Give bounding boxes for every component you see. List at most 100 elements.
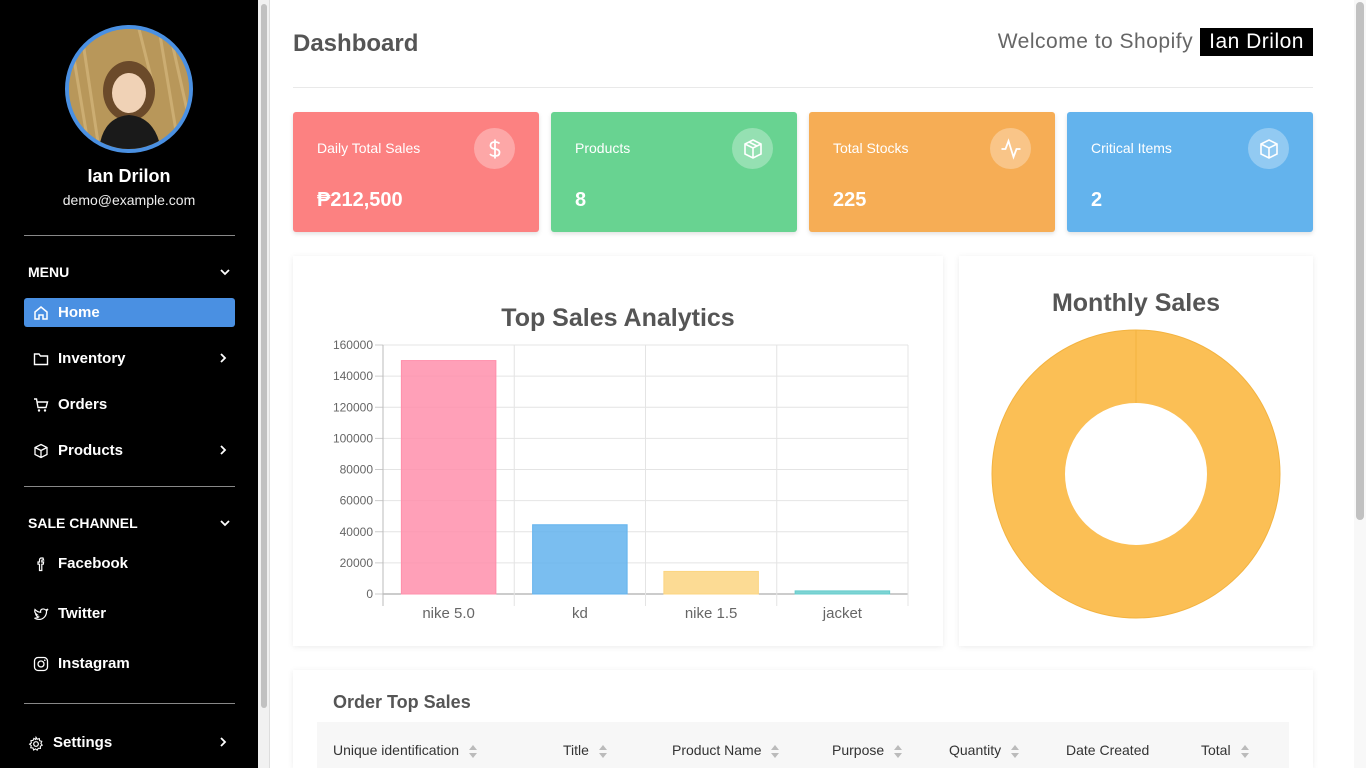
sale-channel-section-toggle[interactable]: SALE CHANNEL: [28, 515, 231, 531]
dollar-icon: [474, 128, 515, 169]
header: Dashboard Welcome to Shopify Ian Drilon: [293, 0, 1313, 88]
main-content: Dashboard Welcome to Shopify Ian Drilon …: [271, 0, 1366, 768]
card-value: 8: [575, 189, 587, 211]
menu-section-toggle[interactable]: MENU: [28, 264, 231, 280]
y-tick-label: 20000: [340, 556, 374, 570]
user-tag: Ian Drilon: [1200, 28, 1313, 56]
y-tick-label: 80000: [340, 463, 374, 477]
top-sales-panel: Top Sales Analytics 0 20000 40000 60000 8000…: [293, 256, 943, 646]
welcome-text: Welcome to Shopify: [997, 30, 1194, 53]
sidebar-item-twitter[interactable]: Twitter: [24, 599, 235, 628]
sidebar: Ian Drilon demo@example.com MENU Home In…: [0, 0, 258, 768]
folder-icon: [33, 351, 49, 367]
bar[interactable]: [663, 570, 759, 595]
column-header-label: Purpose: [832, 742, 885, 758]
card-value: ₱212,500: [317, 189, 403, 211]
sidebar-item-facebook[interactable]: Facebook: [24, 549, 235, 578]
sort-icon: [771, 744, 780, 758]
y-tick-label: 100000: [333, 431, 373, 445]
column-header-date-created[interactable]: Date Created: [1066, 742, 1149, 758]
bar[interactable]: [532, 524, 628, 595]
card-critical-items: Critical Items 2: [1067, 112, 1313, 232]
divider: [24, 703, 235, 704]
y-tick-label: 0: [366, 587, 373, 601]
sidebar-item-label: Facebook: [58, 555, 129, 572]
chevron-right-icon: [217, 736, 229, 748]
cart-icon: [33, 397, 49, 413]
column-header-total[interactable]: Total: [1201, 742, 1249, 758]
chevron-right-icon: [217, 352, 229, 364]
y-tick-label: 60000: [340, 494, 374, 508]
sidebar-item-home[interactable]: Home: [24, 298, 235, 327]
sort-icon: [894, 744, 903, 758]
card-label: Daily Total Sales: [317, 140, 421, 156]
home-icon: [33, 305, 49, 321]
sidebar-item-label: Inventory: [58, 350, 126, 367]
card-total-stocks: Total Stocks 225: [809, 112, 1055, 232]
sidebar-item-label: Products: [58, 442, 124, 459]
column-header-title[interactable]: Title: [563, 742, 607, 758]
y-tick-label: 120000: [333, 400, 373, 414]
sidebar-scrollbar[interactable]: [258, 0, 270, 768]
x-tick-label: jacket: [822, 605, 863, 622]
bar[interactable]: [794, 590, 891, 595]
avatar-photo: [69, 29, 189, 149]
monthly-sales-panel: Monthly Sales: [959, 256, 1313, 646]
user-email: demo@example.com: [62, 192, 196, 208]
card-value: 2: [1091, 189, 1103, 211]
box-icon: [33, 443, 49, 459]
card-value: 225: [833, 189, 867, 211]
sort-icon: [469, 744, 478, 758]
twitter-icon: [33, 606, 49, 622]
sidebar-item-settings[interactable]: Settings: [24, 728, 235, 757]
sidebar-item-inventory[interactable]: Inventory: [24, 344, 235, 373]
card-label: Critical Items: [1091, 140, 1172, 156]
card-daily-total-sales: Daily Total Sales ₱212,500: [293, 112, 539, 232]
donut-chart: [991, 329, 1281, 619]
column-header-label: Total: [1201, 742, 1231, 758]
sidebar-item-instagram[interactable]: Instagram: [24, 649, 235, 678]
table-header: Unique identification Title Product Name…: [317, 722, 1289, 768]
column-header-label: Title: [563, 742, 589, 758]
menu-section-title: MENU: [28, 264, 70, 280]
divider: [24, 486, 235, 487]
column-header-label: Date Created: [1066, 742, 1150, 758]
bar[interactable]: [400, 360, 497, 595]
page-scrollbar[interactable]: [1354, 0, 1366, 768]
y-tick-label: 140000: [333, 369, 373, 383]
scrollbar-thumb[interactable]: [1356, 2, 1364, 520]
sidebar-item-label: Settings: [53, 734, 113, 751]
card-label: Products: [575, 140, 631, 156]
sort-icon: [1011, 744, 1020, 758]
column-header-purpose[interactable]: Purpose: [832, 742, 903, 758]
sidebar-item-label: Home: [58, 304, 100, 321]
sidebar-item-label: Instagram: [58, 655, 130, 672]
page-title: Dashboard: [293, 30, 419, 57]
chevron-down-icon: [220, 520, 230, 527]
x-tick-label: nike 1.5: [685, 605, 738, 622]
column-header-label: Product Name: [672, 742, 762, 758]
column-header-quantity[interactable]: Quantity: [949, 742, 1020, 758]
x-tick-label: kd: [572, 605, 588, 622]
divider: [24, 235, 235, 236]
sidebar-item-orders[interactable]: Orders: [24, 390, 235, 419]
sort-icon: [1240, 744, 1249, 758]
box-icon: [732, 128, 773, 169]
sidebar-item-products[interactable]: Products: [24, 436, 235, 465]
card-products: Products 8: [551, 112, 797, 232]
column-header-product-name[interactable]: Product Name: [672, 742, 780, 758]
y-tick-label: 40000: [340, 525, 374, 539]
sort-icon: [598, 744, 607, 758]
chevron-down-icon: [220, 269, 230, 276]
activity-icon: [990, 128, 1031, 169]
column-header-label: Quantity: [949, 742, 1002, 758]
scrollbar-thumb[interactable]: [261, 4, 267, 708]
facebook-icon: [33, 556, 49, 572]
column-header-label: Unique identification: [333, 742, 460, 758]
table-title: Order Top Sales: [333, 692, 471, 712]
gear-icon: [28, 735, 44, 751]
column-header-unique-identification[interactable]: Unique identification: [333, 742, 478, 758]
avatar: [65, 25, 193, 153]
y-tick-label: 160000: [333, 338, 373, 352]
bar-chart: 0 20000 40000 60000 80000 100000 120000 140000 1…: [333, 338, 909, 622]
